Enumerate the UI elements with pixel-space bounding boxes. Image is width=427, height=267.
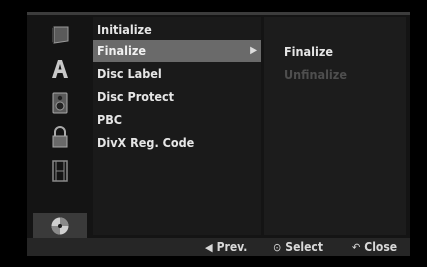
menu-item-label: Initialize [97,22,152,37]
prev-hint[interactable]: ◀ Prev. [205,238,247,256]
finalize-submenu: Finalize Unfinalize [264,17,406,235]
disc-icon [51,217,69,235]
submenu-arrow-icon: ▶ [250,45,257,56]
select-label: Select [285,240,323,254]
menu-item-label: Finalize [97,43,147,58]
disc-menu-list: Initialize Finalize ▶ Disc Label Disc Pr… [93,17,261,235]
menu-item-label: PBC [97,112,123,127]
film-strip-icon [52,160,68,182]
menu-item-disc-label[interactable]: Disc Label [93,63,261,85]
category-recording[interactable] [33,157,87,185]
menu-item-disc-protect[interactable]: Disc Protect [93,86,261,108]
category-disc[interactable] [33,213,87,239]
menu-item-label: Disc Label [97,66,162,81]
select-hint[interactable]: ⊙ Select [273,238,323,256]
return-icon: ↶ [352,241,361,254]
disc-tray-icon [52,26,69,44]
footer-bar: ◀ Prev. ⊙ Select ↶ Close [27,238,410,256]
submenu-item-finalize[interactable]: Finalize [284,44,333,59]
prev-label: Prev. [216,240,248,254]
padlock-lock-icon [52,126,68,148]
menu-item-label: Disc Protect [97,89,175,104]
submenu-item-unfinalize: Unfinalize [284,67,347,82]
category-lock[interactable] [33,123,87,151]
category-language[interactable] [33,55,87,83]
left-arrow-icon: ◀ [205,241,213,254]
menu-item-initialize[interactable]: Initialize [93,19,261,41]
close-hint[interactable]: ↶ Close [352,238,397,256]
menu-item-divx-reg-code[interactable]: DivX Reg. Code [93,132,261,154]
close-label: Close [364,240,398,254]
menu-item-finalize[interactable]: Finalize ▶ [93,40,261,62]
top-divider [27,12,410,15]
category-disc-tray[interactable] [33,21,87,49]
category-sidebar [33,17,87,239]
menu-item-pbc[interactable]: PBC [93,109,261,131]
enter-button-icon: ⊙ [273,241,282,254]
menu-item-label: DivX Reg. Code [97,135,195,150]
language-letter-a-icon [52,60,68,78]
category-audio[interactable] [33,89,87,117]
speaker-audio-icon [52,92,68,114]
